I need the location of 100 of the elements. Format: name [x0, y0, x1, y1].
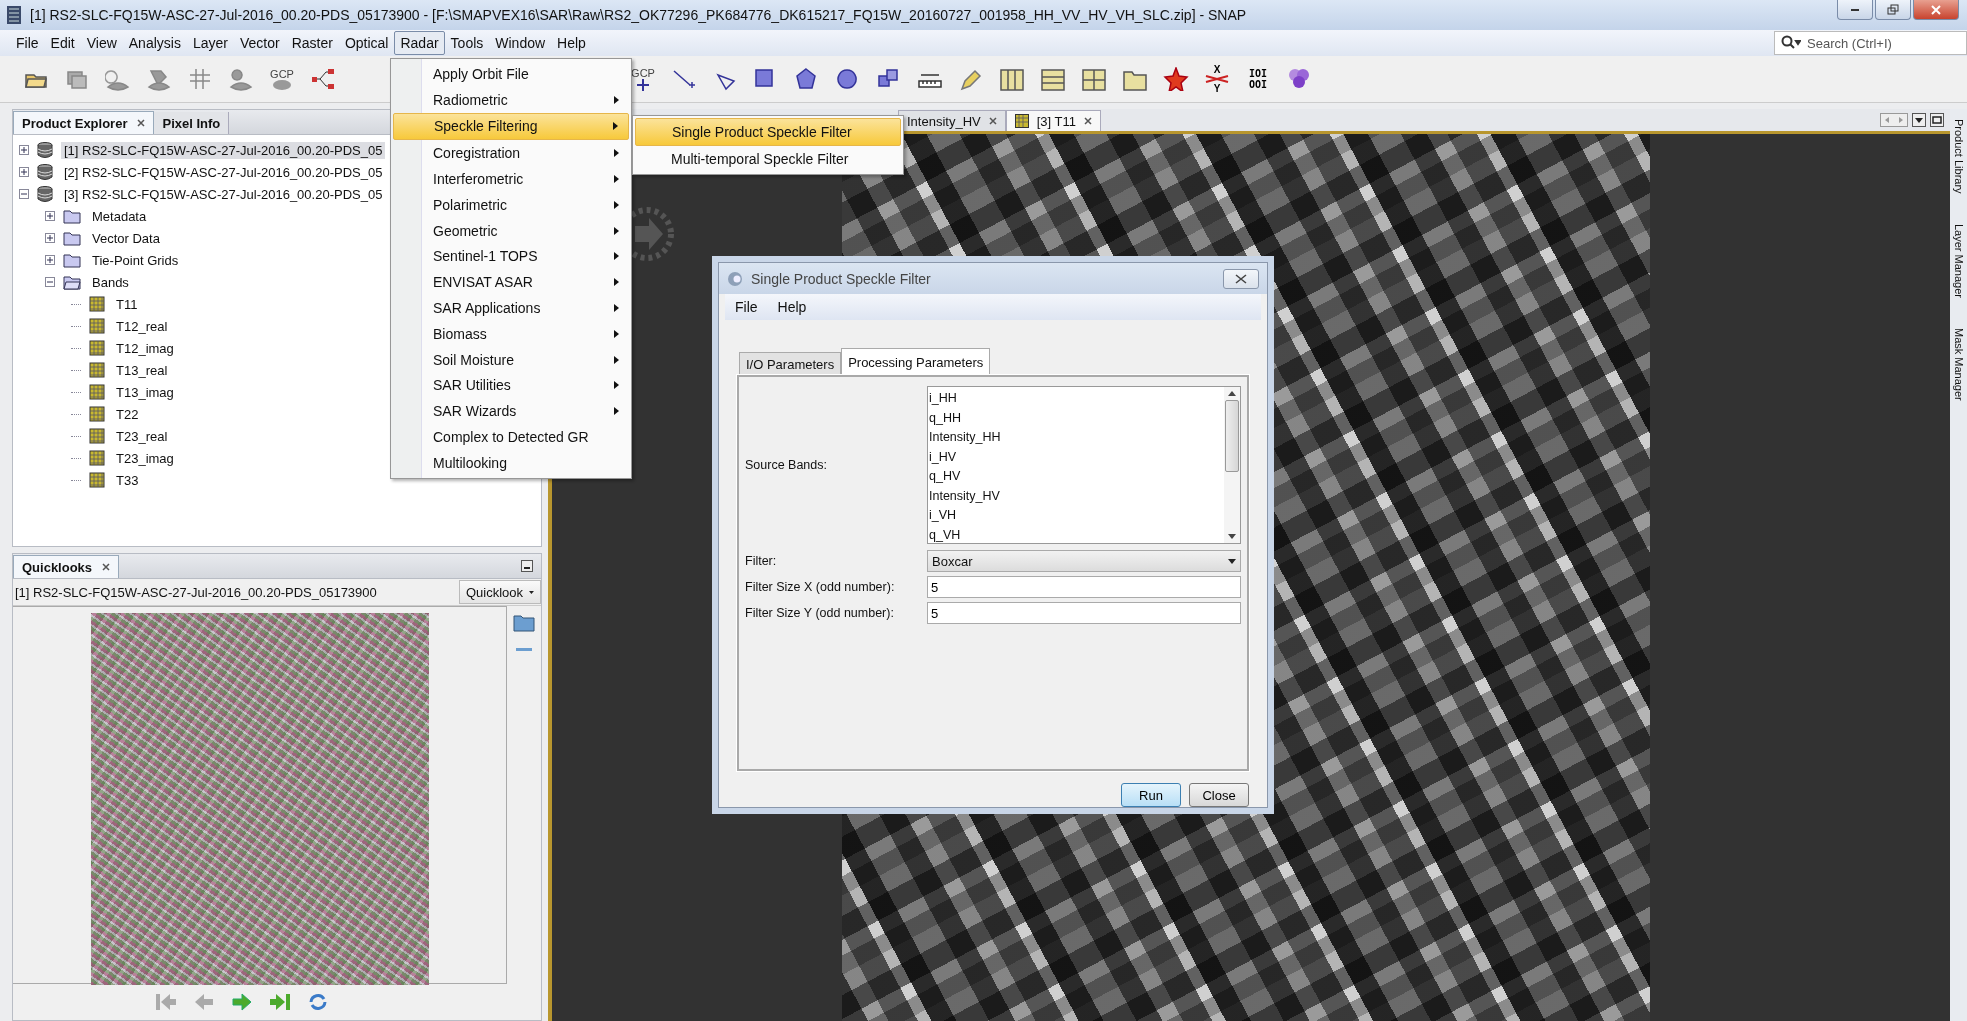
- tree-item[interactable]: T11: [113, 295, 141, 313]
- menu-item[interactable]: Tools: [444, 31, 490, 55]
- tree-item[interactable]: T12_imag: [113, 339, 177, 357]
- gcp-tool-button[interactable]: GCP: [627, 63, 659, 95]
- list-item[interactable]: q_VH: [928, 525, 1224, 546]
- close-dialog-button[interactable]: Close: [1189, 783, 1249, 807]
- close-icon[interactable]: [137, 119, 146, 127]
- menu-item[interactable]: Multi-temporal Speckle Filter: [635, 145, 901, 172]
- expand-toggle-icon[interactable]: [19, 189, 29, 199]
- menu-item[interactable]: SAR Wizards: [393, 398, 629, 425]
- search-field[interactable]: Search (Ctrl+I): [1774, 31, 1967, 55]
- menu-item[interactable]: Sentinel-1 TOPS: [393, 243, 629, 270]
- list-item[interactable]: q_HV: [928, 467, 1224, 487]
- menu-item[interactable]: Vector: [233, 31, 286, 55]
- expand-toggle-icon[interactable]: [45, 255, 55, 265]
- tree-item[interactable]: T13_imag: [113, 383, 177, 401]
- maximize-icon[interactable]: [1930, 113, 1944, 127]
- menu-item[interactable]: Window: [489, 31, 552, 55]
- dropdown-icon[interactable]: [1912, 113, 1926, 127]
- menu-item[interactable]: Geometric: [393, 217, 629, 244]
- axes-tool-button[interactable]: X Y: [1201, 63, 1233, 95]
- dialog-tab[interactable]: Processing Parameters: [841, 348, 991, 376]
- refresh-icon[interactable]: [307, 993, 329, 1011]
- close-button[interactable]: [1223, 268, 1259, 289]
- tree-item[interactable]: Metadata: [89, 207, 150, 225]
- close-icon[interactable]: [102, 563, 111, 571]
- menu-item[interactable]: Analysis: [122, 31, 187, 55]
- gcp-tool-button[interactable]: GCP: [266, 63, 298, 95]
- menu-item[interactable]: Radar: [394, 31, 445, 55]
- panel-tab[interactable]: Quicklooks: [13, 555, 120, 578]
- list-item[interactable]: i_HV: [928, 447, 1224, 468]
- scroll-thumb[interactable]: [1225, 400, 1239, 473]
- tree-item[interactable]: Bands: [89, 273, 132, 291]
- source-bands-list[interactable]: i_HH q_HH Intensity_HH i_HV q_HV Intensity_HV i_VH q_VH: [927, 386, 1241, 545]
- menu-item[interactable]: Complex to Detected GR: [393, 424, 629, 450]
- menu-item[interactable]: Radiometric: [393, 86, 629, 113]
- folder-icon[interactable]: [513, 612, 535, 632]
- tree-item[interactable]: [3] RS2-SLC-FQ15W-ASC-27-Jul-2016_00.20-PDS_05: [61, 185, 386, 203]
- menu-item[interactable]: Coregistration: [393, 140, 629, 167]
- tree-item[interactable]: T33: [113, 471, 142, 489]
- tree-item[interactable]: T13_real: [113, 361, 171, 379]
- expand-toggle-icon[interactable]: [45, 211, 55, 221]
- menu-item[interactable]: File: [725, 299, 768, 316]
- menu-item[interactable]: Soil Moisture: [393, 346, 629, 373]
- tree-item[interactable]: Tie-Point Grids: [89, 251, 182, 269]
- expand-toggle-icon[interactable]: [19, 145, 29, 155]
- list-item[interactable]: q_HH: [928, 408, 1224, 429]
- menu-item[interactable]: ENVISAT ASAR: [393, 269, 629, 296]
- tree-item[interactable]: [2] RS2-SLC-FQ15W-ASC-27-Jul-2016_00.20-PDS_05: [61, 163, 386, 181]
- menu-item[interactable]: Interferometric: [393, 166, 629, 192]
- run-button[interactable]: Run: [1121, 783, 1181, 807]
- menu-item[interactable]: Layer: [186, 31, 234, 55]
- tree-item[interactable]: Vector Data: [89, 229, 163, 247]
- input-field[interactable]: 5: [927, 576, 1241, 599]
- menu-item[interactable]: File: [10, 31, 45, 55]
- search-field[interactable]: Search (Ctrl+I): [1805, 34, 1959, 52]
- quicklook-dropdown[interactable]: Quicklook: [459, 580, 541, 604]
- menu-item[interactable]: Single Product Speckle Filter: [635, 118, 901, 146]
- menu-item[interactable]: Multilooking: [393, 449, 629, 476]
- panel-tab[interactable]: Pixel Info: [154, 112, 230, 134]
- expand-toggle-icon[interactable]: [45, 233, 55, 243]
- image-tab[interactable]: [3] T11: [1005, 110, 1101, 131]
- minimize-button[interactable]: [1837, 0, 1873, 20]
- side-tab[interactable]: Layer Manager: [1952, 223, 1965, 298]
- menu-item[interactable]: Optical: [338, 31, 395, 55]
- side-tab[interactable]: Product Library: [1952, 119, 1965, 194]
- side-tab[interactable]: Mask Manager: [1952, 327, 1965, 401]
- menu-item[interactable]: Edit: [44, 31, 81, 55]
- restore-button[interactable]: [1875, 0, 1911, 20]
- last-icon[interactable]: [269, 993, 291, 1011]
- filter-dropdown[interactable]: Boxcar: [927, 550, 1241, 573]
- menu-item[interactable]: Polarimetric: [393, 192, 629, 218]
- menu-item[interactable]: SAR Utilities: [393, 372, 629, 399]
- close-icon[interactable]: [988, 117, 997, 125]
- minimize-icon[interactable]: [521, 560, 533, 572]
- scroll-down-icon[interactable]: [1228, 534, 1236, 540]
- tree-item[interactable]: T12_real: [113, 317, 171, 335]
- scroll-up-icon[interactable]: [1228, 391, 1236, 397]
- close-icon[interactable]: [1084, 117, 1092, 125]
- menu-item[interactable]: Raster: [285, 31, 339, 55]
- expand-toggle-icon[interactable]: [45, 277, 55, 287]
- tree-item[interactable]: T22: [113, 405, 142, 423]
- dialog-tab[interactable]: I/O Parameters: [739, 352, 842, 376]
- menu-item[interactable]: Speckle Filtering: [393, 112, 629, 141]
- close-button[interactable]: [1913, 0, 1959, 20]
- menu-item[interactable]: View: [80, 31, 123, 55]
- tree-item[interactable]: [1] RS2-SLC-FQ15W-ASC-27-Jul-2016_00.20-PDS_05: [61, 141, 386, 159]
- list-item[interactable]: i_HH: [928, 389, 1224, 409]
- forward-arrow-icon[interactable]: [231, 993, 253, 1011]
- tree-item[interactable]: T23_real: [113, 427, 171, 445]
- menu-item[interactable]: Help: [767, 299, 817, 316]
- menu-item[interactable]: Apply Orbit File: [393, 61, 629, 87]
- menu-item[interactable]: Biomass: [393, 320, 629, 347]
- menu-item[interactable]: Help: [551, 31, 592, 55]
- input-field[interactable]: 5: [927, 602, 1241, 625]
- expand-toggle-icon[interactable]: [19, 167, 29, 177]
- tree-item[interactable]: T23_imag: [113, 449, 177, 467]
- panel-tab[interactable]: Product Explorer: [13, 111, 155, 134]
- list-item[interactable]: i_VH: [928, 506, 1224, 526]
- image-tab[interactable]: Intensity_HV: [898, 110, 1006, 131]
